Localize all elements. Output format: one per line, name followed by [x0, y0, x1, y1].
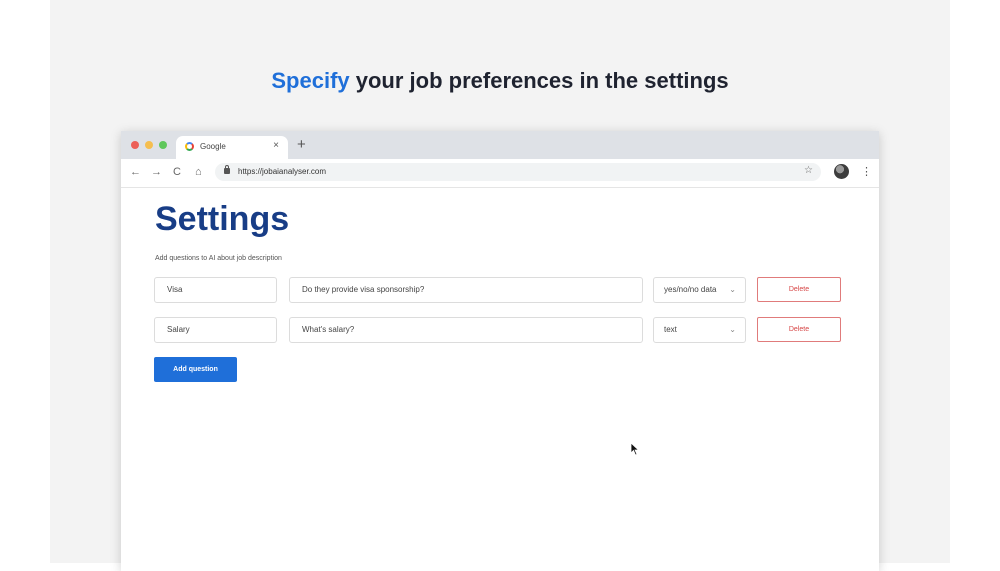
url-text: https://jobaianalyser.com [238, 167, 327, 176]
page-description: Add questions to AI about job descriptio… [155, 255, 282, 262]
headline-rest: your job preferences in the settings [349, 68, 729, 93]
browser-window: Google × + ← → C ⌂ https://jobaianalyser… [121, 131, 879, 571]
page-title: Settings [155, 200, 290, 238]
headline-accent: Specify [271, 68, 350, 93]
star-icon[interactable]: ☆ [804, 165, 813, 176]
promo-background: Specify your job preferences in the sett… [50, 0, 950, 571]
home-icon[interactable]: ⌂ [195, 166, 202, 178]
address-bar[interactable]: https://jobaianalyser.com ☆ [215, 163, 821, 181]
close-window-button[interactable] [131, 141, 139, 149]
forward-icon[interactable]: → [151, 166, 162, 178]
headline: Specify your job preferences in the sett… [50, 68, 950, 94]
question-name-input[interactable]: Visa [154, 277, 277, 303]
chevron-down-icon: ⌄ [729, 285, 736, 294]
question-text-input[interactable]: Do they provide visa sponsorship? [289, 277, 643, 303]
tab-bar: Google × + [121, 131, 879, 159]
delete-button[interactable]: Delete [757, 277, 841, 302]
add-question-button[interactable]: Add question [154, 357, 237, 382]
maximize-window-button[interactable] [159, 141, 167, 149]
question-text-input[interactable]: What's salary? [289, 317, 643, 343]
new-tab-button[interactable]: + [297, 136, 306, 153]
answer-type-value: text [664, 325, 677, 334]
tab-close-icon[interactable]: × [273, 140, 279, 151]
chevron-down-icon: ⌄ [729, 325, 736, 334]
settings-page: Settings Add questions to AI about job d… [121, 188, 879, 571]
answer-type-select[interactable]: yes/no/no data ⌄ [653, 277, 746, 303]
browser-tab[interactable]: Google × [176, 136, 288, 159]
tab-title: Google [200, 142, 226, 151]
minimize-window-button[interactable] [145, 141, 153, 149]
cursor-icon [630, 442, 640, 456]
delete-button[interactable]: Delete [757, 317, 841, 342]
menu-icon[interactable]: ⋮ [861, 165, 872, 178]
answer-type-select[interactable]: text ⌄ [653, 317, 746, 343]
reload-icon[interactable]: C [173, 166, 181, 178]
back-icon[interactable]: ← [130, 166, 141, 178]
answer-type-value: yes/no/no data [664, 285, 717, 294]
lock-icon [224, 165, 230, 174]
question-name-input[interactable]: Salary [154, 317, 277, 343]
browser-toolbar: ← → C ⌂ https://jobaianalyser.com ☆ ⋮ [121, 159, 879, 188]
google-icon [185, 142, 194, 151]
avatar[interactable] [834, 164, 849, 179]
